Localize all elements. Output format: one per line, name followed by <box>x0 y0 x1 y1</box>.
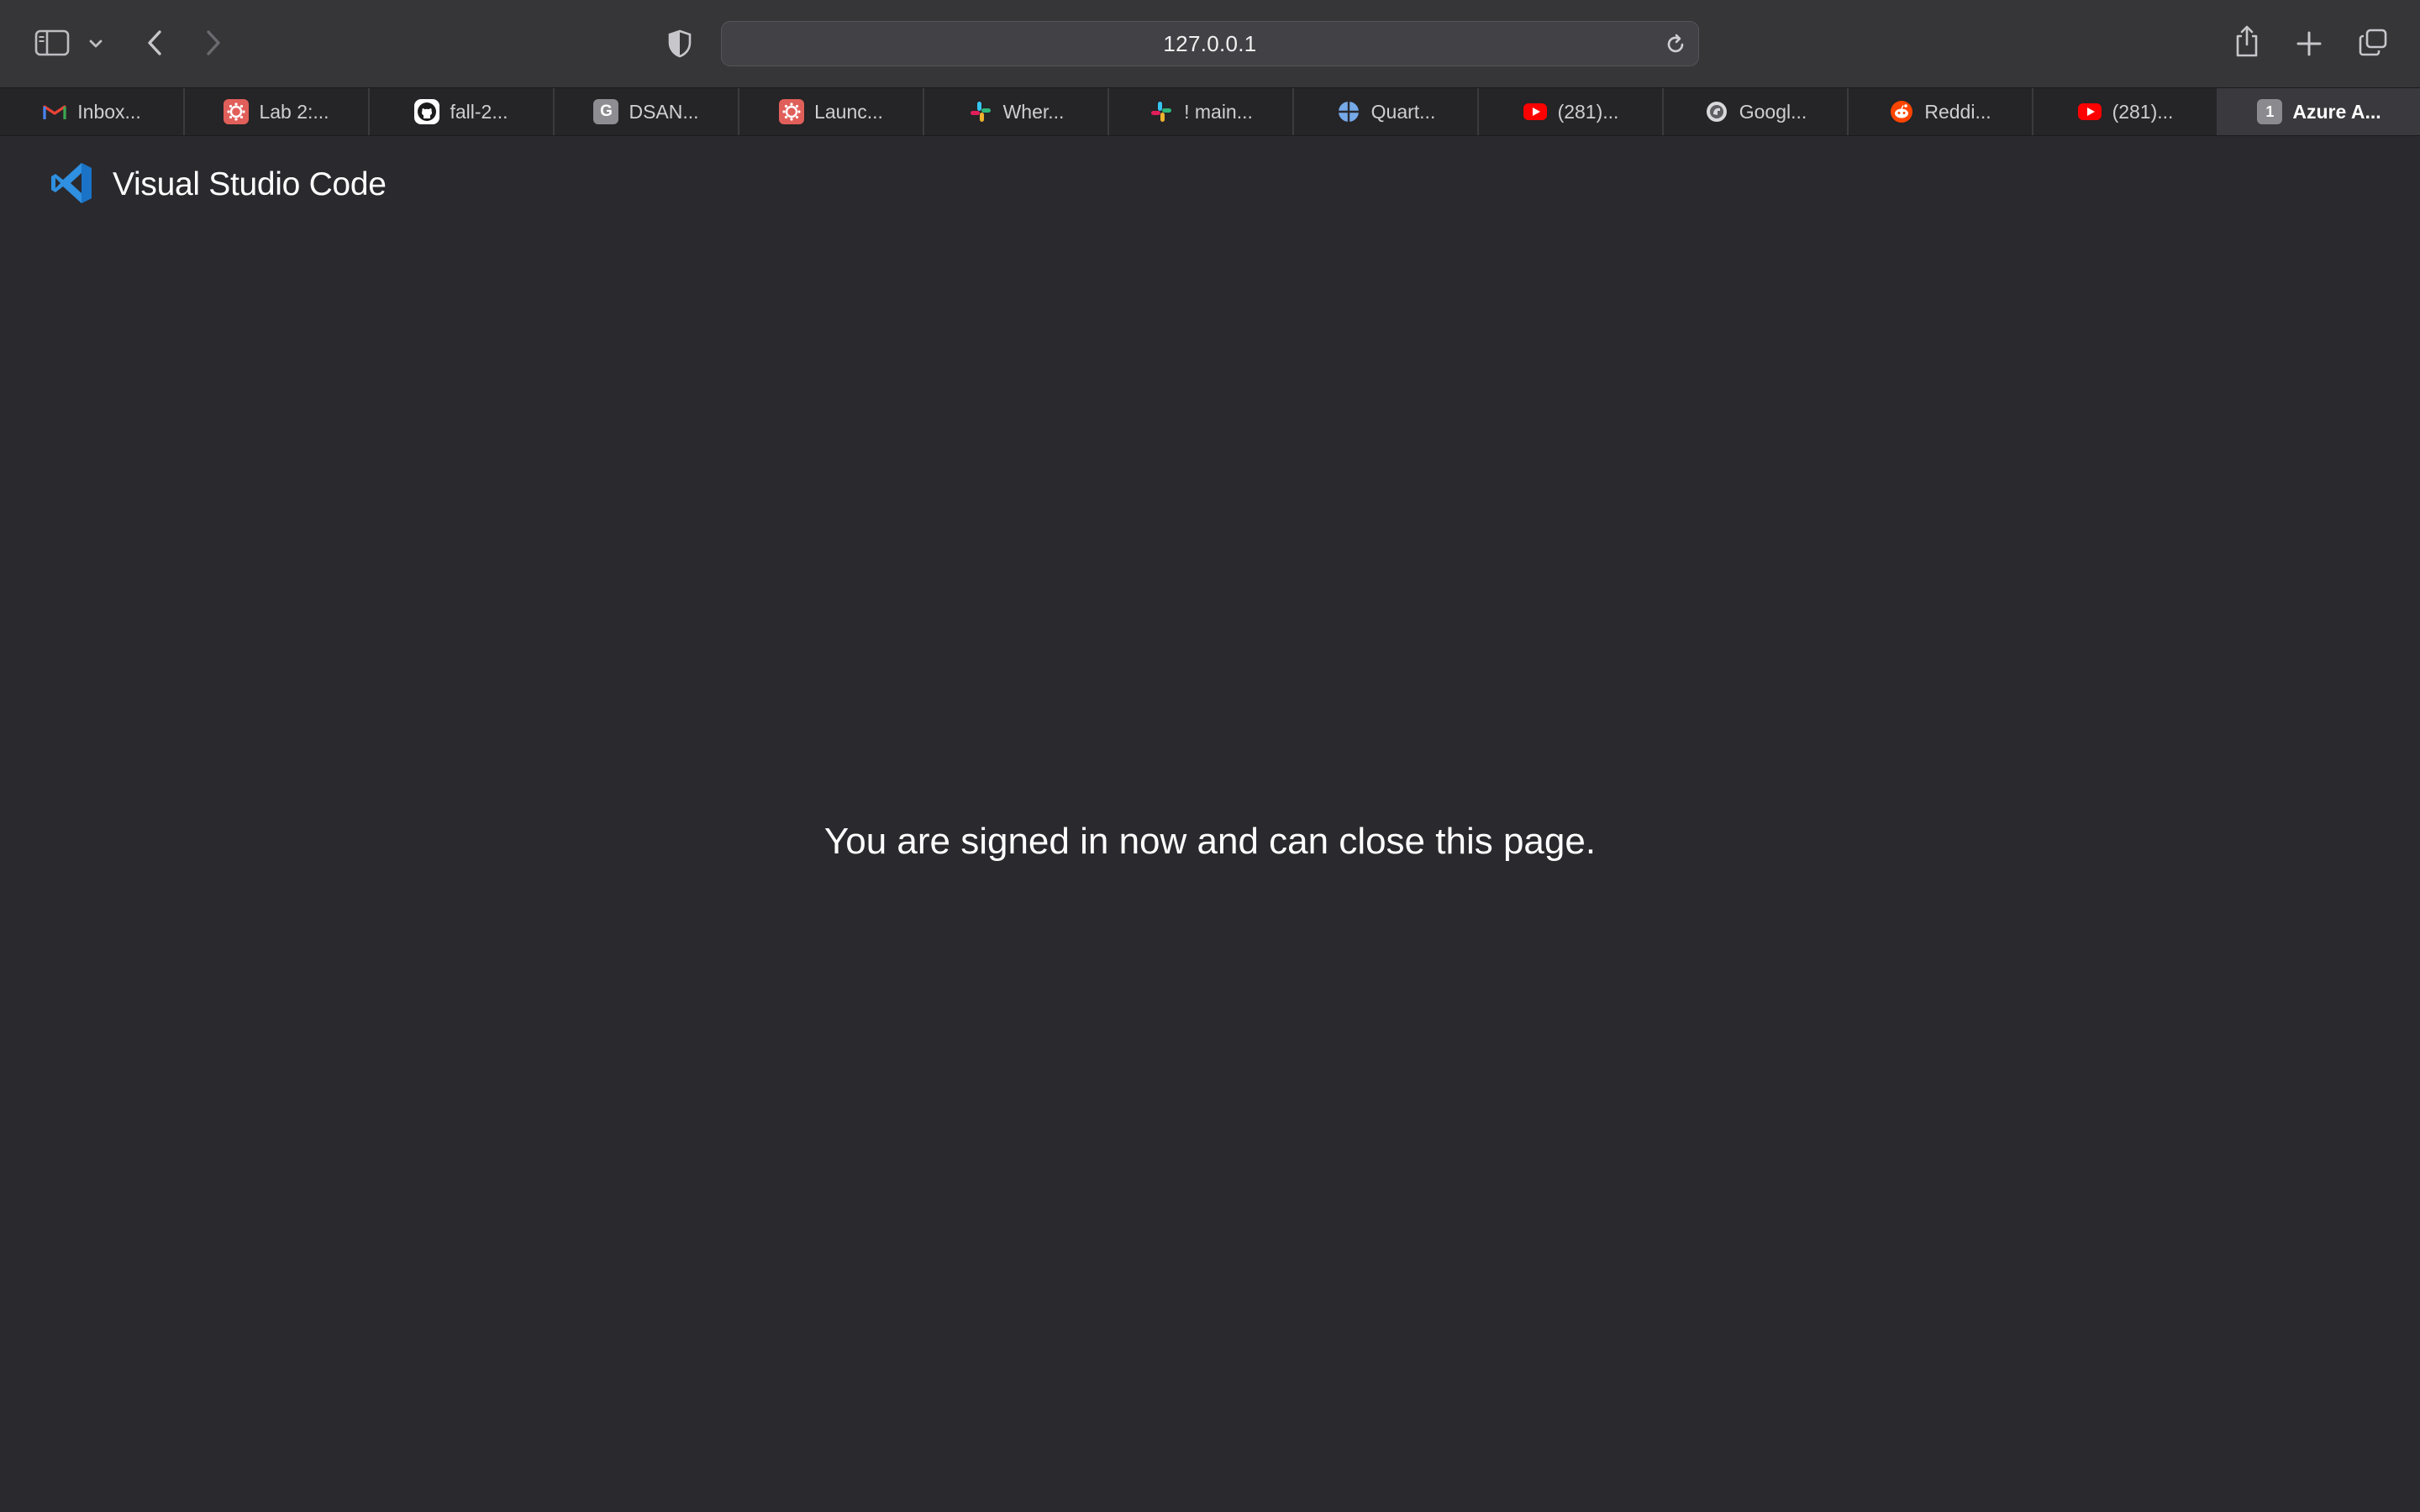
address-text: 127.0.0.1 <box>1163 30 1257 56</box>
canvas-icon <box>224 99 250 124</box>
github-icon <box>414 99 440 124</box>
tab-label: Launc... <box>814 100 883 123</box>
tab-label: Reddi... <box>1924 100 1991 123</box>
reddit-icon <box>1889 99 1914 124</box>
tab-inbox[interactable]: Inbox... <box>0 88 185 135</box>
signed-in-message: You are signed in now and can close this… <box>823 821 1597 862</box>
browser-toolbar: 127.0.0.1 <box>0 0 2420 87</box>
tab-label: Inbox... <box>77 100 141 123</box>
tab-lab[interactable]: Lab 2:... <box>185 88 370 135</box>
slack-icon <box>1149 99 1174 124</box>
tab-label: (281)... <box>2112 100 2174 123</box>
g-letter-icon: G <box>593 99 619 124</box>
tab-label: Wher... <box>1002 100 1065 123</box>
tab-google[interactable]: Googl... <box>1664 88 1849 135</box>
sidebar-toggle-icon[interactable] <box>30 25 74 60</box>
tab-label: (281)... <box>1557 100 1619 123</box>
new-tab-plus-icon[interactable] <box>2292 27 2326 60</box>
canvas-icon <box>779 99 805 124</box>
globe-icon <box>1336 99 1361 124</box>
tab-quarto[interactable]: Quart... <box>1294 88 1479 135</box>
tab-label: Lab 2:... <box>259 100 329 123</box>
vscode-logo-icon <box>49 160 94 210</box>
tab-launch[interactable]: Launc... <box>739 88 924 135</box>
brand-title: Visual Studio Code <box>113 166 387 202</box>
tab-bar: Inbox... Lab 2:... fall-2... G DSAN... L… <box>0 87 2420 136</box>
tab-youtube-2[interactable]: (281)... <box>2033 88 2218 135</box>
number-badge-icon: 1 <box>2257 99 2283 124</box>
reload-icon[interactable] <box>1663 32 1688 61</box>
chevron-down-icon[interactable] <box>84 32 108 55</box>
tab-label: Quart... <box>1370 100 1436 123</box>
share-icon[interactable] <box>2230 22 2264 60</box>
page-content: Visual Studio Code You are signed in now… <box>0 136 2420 1512</box>
forward-arrow-icon[interactable] <box>197 25 230 60</box>
brand-header: Visual Studio Code <box>49 160 387 210</box>
tab-github[interactable]: fall-2... <box>370 88 555 135</box>
tab-label: ! main... <box>1184 100 1253 123</box>
tab-label: Googl... <box>1739 100 1807 123</box>
tab-slack-where[interactable]: Wher... <box>924 88 1109 135</box>
tab-dsan[interactable]: G DSAN... <box>555 88 739 135</box>
gmail-icon <box>42 99 67 124</box>
back-arrow-icon[interactable] <box>138 25 171 60</box>
privacy-shield-icon[interactable] <box>664 27 696 60</box>
chrome-dino-icon <box>1704 99 1729 124</box>
tab-azure-active[interactable]: 1 Azure A... <box>2218 88 2420 135</box>
tab-label: DSAN... <box>629 100 699 123</box>
tab-label: Azure A... <box>2292 100 2381 123</box>
youtube-icon <box>1523 99 1548 124</box>
tab-youtube-1[interactable]: (281)... <box>1479 88 1664 135</box>
tab-reddit[interactable]: Reddi... <box>1849 88 2033 135</box>
tab-slack-main[interactable]: ! main... <box>1109 88 1294 135</box>
youtube-icon <box>2077 99 2102 124</box>
tab-label: fall-2... <box>450 100 508 123</box>
address-bar[interactable]: 127.0.0.1 <box>721 21 1699 66</box>
tab-overview-icon[interactable] <box>2354 25 2391 60</box>
slack-icon <box>968 99 993 124</box>
